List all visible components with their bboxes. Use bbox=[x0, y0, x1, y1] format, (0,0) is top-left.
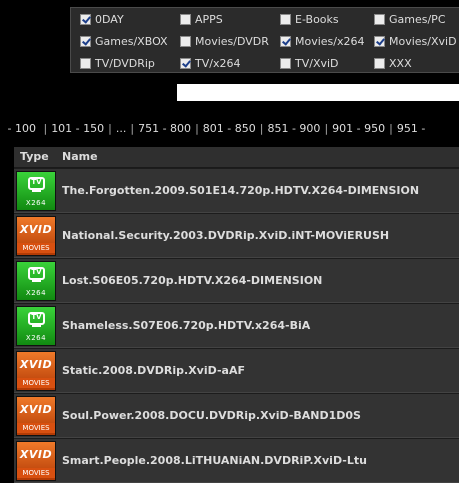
category-checkbox[interactable] bbox=[280, 14, 291, 25]
badge-sub-label: MOVIES bbox=[22, 424, 50, 432]
torrent-title-link[interactable]: Smart.People.2008.LiTHUANiAN.DVDRiP.XviD… bbox=[62, 439, 367, 482]
tv-screen-icon bbox=[28, 177, 45, 190]
category-checkbox[interactable] bbox=[374, 36, 385, 47]
table-row: XVID MOVIES National.Security.2003.DVDRip.… bbox=[14, 213, 459, 258]
badge-top-label: XVID bbox=[19, 403, 53, 416]
table-row: X264 Lost.S06E05.720p.HDTV.X264-DIMENSION bbox=[14, 258, 459, 303]
category-filter-panel: 0DAY APPS E-Books Games/PC Games/XBOX Movies/… bbox=[70, 7, 459, 73]
category-label: XXX bbox=[389, 57, 412, 70]
category-checkbox[interactable] bbox=[374, 58, 385, 69]
badge-top-label: XVID bbox=[19, 223, 53, 236]
tv-stand-icon bbox=[32, 190, 41, 192]
table-row: XVID MOVIES Soul.Power.2008.DOCU.DVDRip.Xv… bbox=[14, 393, 459, 438]
table-row: X264 The.Forgotten.2009.S01E14.720p.HDTV.… bbox=[14, 168, 459, 213]
category-checkbox[interactable] bbox=[180, 58, 191, 69]
page-link[interactable]: 101 - 150 bbox=[51, 121, 104, 137]
xvid-movies-category-icon[interactable]: XVID MOVIES bbox=[16, 441, 56, 481]
xvid-movies-category-icon[interactable]: XVID MOVIES bbox=[16, 216, 56, 256]
page-link[interactable]: 851 - 900 bbox=[267, 121, 320, 137]
search-input[interactable] bbox=[177, 84, 459, 101]
xvid-movies-category-icon[interactable]: XVID MOVIES bbox=[16, 396, 56, 436]
column-header-type[interactable]: Type bbox=[20, 147, 49, 167]
torrent-title-link[interactable]: Lost.S06E05.720p.HDTV.X264-DIMENSION bbox=[62, 259, 322, 302]
page-link: ... bbox=[115, 122, 127, 135]
category-checkbox[interactable] bbox=[80, 14, 91, 25]
category-checkbox[interactable] bbox=[280, 36, 291, 47]
page-separator: | bbox=[195, 122, 199, 135]
category-label: TV/XviD bbox=[295, 57, 339, 70]
page-link[interactable]: 901 - 950 bbox=[332, 121, 385, 137]
page-separator: | bbox=[43, 122, 48, 135]
category-checkbox[interactable] bbox=[80, 36, 91, 47]
badge-sub-bar: MOVIES bbox=[17, 423, 55, 433]
category-checkbox[interactable] bbox=[374, 14, 385, 25]
category-checkbox[interactable] bbox=[180, 14, 191, 25]
category-label: 0DAY bbox=[95, 13, 124, 26]
pagination: - 100 | 101 - 150 |... | 751 - 800 | 801 - 850… bbox=[0, 121, 459, 137]
tv-stand-icon bbox=[32, 280, 41, 282]
table-row: XVID MOVIES Static.2008.DVDRip.XviD-aAF bbox=[14, 348, 459, 393]
category-label: APPS bbox=[195, 13, 223, 26]
badge-sub-label: MOVIES bbox=[22, 379, 50, 387]
page-separator: | bbox=[259, 122, 264, 135]
badge-sub-bar: MOVIES bbox=[17, 468, 55, 478]
page-separator: | bbox=[389, 122, 393, 135]
page-link[interactable]: 801 - 850 bbox=[203, 121, 256, 137]
tv-x264-category-icon[interactable]: X264 bbox=[16, 261, 56, 301]
category-label: Movies/XviD bbox=[389, 35, 457, 48]
torrent-table: Type Name X264 The.Forgotten.2009.S01E14.… bbox=[14, 147, 459, 483]
torrent-title-link[interactable]: Soul.Power.2008.DOCU.DVDRip.XviD-BAND1D0… bbox=[62, 394, 361, 437]
badge-sub-bar: MOVIES bbox=[17, 378, 55, 388]
torrent-title-link[interactable]: The.Forgotten.2009.S01E14.720p.HDTV.X264… bbox=[62, 169, 419, 212]
table-row: XVID MOVIES Smart.People.2008.LiTHUANiAN.D… bbox=[14, 438, 459, 483]
category-label: Movies/x264 bbox=[295, 35, 365, 48]
badge-sub-label: X264 bbox=[25, 334, 47, 342]
table-body: X264 The.Forgotten.2009.S01E14.720p.HDTV.… bbox=[14, 168, 459, 483]
category-checkbox[interactable] bbox=[80, 58, 91, 69]
tv-x264-category-icon[interactable]: X264 bbox=[16, 306, 56, 346]
category-label: Games/PC bbox=[389, 13, 446, 26]
tv-x264-category-icon[interactable]: X264 bbox=[16, 171, 56, 211]
badge-top-label: XVID bbox=[19, 358, 53, 371]
torrent-title-link[interactable]: Static.2008.DVDRip.XviD-aAF bbox=[62, 349, 245, 392]
tv-stand-icon bbox=[32, 325, 41, 327]
category-label: TV/DVDRip bbox=[95, 57, 155, 70]
badge-sub-label: X264 bbox=[25, 289, 47, 297]
column-header-name[interactable]: Name bbox=[62, 147, 98, 167]
badge-sub-label: X264 bbox=[25, 199, 47, 207]
badge-sub-label: MOVIES bbox=[22, 469, 50, 477]
torrent-title-link[interactable]: Shameless.S07E06.720p.HDTV.x264-BiA bbox=[62, 304, 310, 347]
category-label: Games/XBOX bbox=[95, 35, 168, 48]
tv-screen-icon bbox=[28, 267, 45, 280]
category-checkbox[interactable] bbox=[280, 58, 291, 69]
table-header: Type Name bbox=[14, 147, 459, 168]
badge-sub-label: MOVIES bbox=[22, 244, 50, 252]
xvid-movies-category-icon[interactable]: XVID MOVIES bbox=[16, 351, 56, 391]
page-separator: | bbox=[108, 122, 112, 135]
category-label: Movies/DVDR bbox=[195, 35, 269, 48]
page-separator: | bbox=[130, 122, 135, 135]
category-label: E-Books bbox=[295, 13, 339, 26]
page-separator: | bbox=[324, 122, 329, 135]
torrent-title-link[interactable]: National.Security.2003.DVDRip.XviD.iNT-M… bbox=[62, 214, 389, 257]
category-checkbox[interactable] bbox=[180, 36, 191, 47]
page-link[interactable]: 951 - bbox=[397, 121, 425, 137]
table-row: X264 Shameless.S07E06.720p.HDTV.x264-BiA bbox=[14, 303, 459, 348]
category-label: TV/x264 bbox=[195, 57, 241, 70]
page-link-lead[interactable]: - 100 bbox=[8, 121, 36, 137]
tv-screen-icon bbox=[28, 312, 45, 325]
badge-top-label: XVID bbox=[19, 448, 53, 461]
badge-sub-bar: MOVIES bbox=[17, 243, 55, 253]
page-link[interactable]: 751 - 800 bbox=[138, 121, 191, 137]
